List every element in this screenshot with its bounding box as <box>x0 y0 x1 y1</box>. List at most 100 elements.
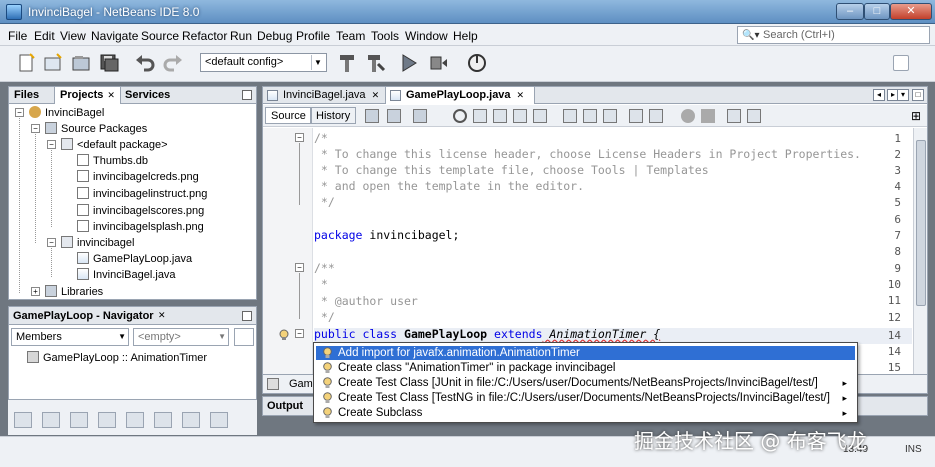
toggle-rect-selection-icon[interactable] <box>533 109 547 123</box>
tree-item-file[interactable]: invincibagelinstruct.png <box>77 187 207 203</box>
code-line[interactable]: * and open the template in the editor. <box>314 179 584 193</box>
minimize-button[interactable]: – <box>836 3 864 20</box>
navigator-item[interactable]: GamePlayLoop :: AnimationTimer <box>27 351 207 367</box>
minimize-panel-icon[interactable] <box>242 311 252 321</box>
menu-edit[interactable]: Edit <box>34 29 55 43</box>
code-line[interactable]: */ <box>314 195 335 209</box>
code-line[interactable]: package invincibagel; <box>314 228 459 242</box>
history-mode-button[interactable]: History <box>310 107 357 124</box>
menu-window[interactable]: Window <box>405 29 448 43</box>
scrollbar-thumb[interactable] <box>916 140 926 306</box>
debug-project-icon[interactable] <box>428 52 450 74</box>
new-file-icon[interactable] <box>16 52 38 74</box>
tree-item-file[interactable]: invincibagelscores.png <box>77 204 204 220</box>
tree-item-java-file[interactable]: InvinciBagel.java <box>77 268 176 284</box>
toggle-highlight-icon[interactable] <box>513 109 527 123</box>
shift-left-icon[interactable] <box>629 109 643 123</box>
hint-bulb-icon[interactable] <box>278 329 290 341</box>
code-line[interactable]: * To change this template file, choose T… <box>314 163 709 177</box>
expand-toggle[interactable]: + <box>31 287 40 296</box>
tree-item-project[interactable]: InvinciBagel <box>29 106 104 122</box>
config-dropdown[interactable]: <default config> ▼ <box>200 53 327 72</box>
filter-javadoc-icon[interactable] <box>210 412 228 428</box>
minimize-panel-icon[interactable] <box>242 90 252 100</box>
run-project-icon[interactable] <box>398 52 420 74</box>
comment-icon[interactable] <box>727 109 741 123</box>
tree-item-java-file[interactable]: GamePlayLoop.java <box>77 252 192 268</box>
code-line[interactable]: * To change this license header, choose … <box>314 147 861 161</box>
maximize-button[interactable]: □ <box>864 3 890 20</box>
menu-file[interactable]: File <box>8 29 27 43</box>
close-window-button[interactable]: ✕ <box>890 3 932 20</box>
tree-item-file[interactable]: invincibagelsplash.png <box>77 220 204 236</box>
toggle-bookmark-icon[interactable] <box>603 109 617 123</box>
code-line[interactable]: * @author user <box>314 294 418 308</box>
redo-icon[interactable] <box>162 52 184 74</box>
fold-toggle[interactable]: − <box>295 133 304 142</box>
tab-services[interactable]: Services <box>120 87 175 104</box>
maximize-editor-icon[interactable]: □ <box>912 89 924 101</box>
tree-item-default-package[interactable]: <default package> <box>61 138 168 154</box>
menu-tools[interactable]: Tools <box>371 29 399 43</box>
filter-inherited-icon[interactable] <box>98 412 116 428</box>
uncomment-icon[interactable] <box>747 109 761 123</box>
code-line[interactable]: public class GamePlayLoop extends Animat… <box>314 327 660 341</box>
menu-source[interactable]: Source <box>141 29 179 43</box>
tab-output[interactable]: Output <box>267 400 303 412</box>
forward-icon[interactable] <box>413 109 427 123</box>
filter-fields-icon[interactable] <box>14 412 32 428</box>
code-line[interactable]: * <box>314 277 328 291</box>
tab-gameplayloop-java[interactable]: GamePlayLoop.java ✕ <box>385 87 535 104</box>
find-next-icon[interactable] <box>493 109 507 123</box>
previous-bookmark-icon[interactable] <box>563 109 577 123</box>
tree-item-file[interactable]: Thumbs.db <box>77 154 148 170</box>
menu-debug[interactable]: Debug <box>257 29 292 43</box>
navigator-options-button[interactable] <box>234 328 254 346</box>
filter-nonpublic-icon[interactable] <box>70 412 88 428</box>
start-macro-icon[interactable] <box>681 109 695 123</box>
menu-help[interactable]: Help <box>453 29 478 43</box>
close-icon[interactable]: ✕ <box>107 90 115 100</box>
hint-option[interactable]: Add import for javafx.animation.Animatio… <box>316 346 855 360</box>
tree-item-package[interactable]: invincibagel <box>61 236 134 252</box>
vertical-scrollbar[interactable] <box>913 128 927 378</box>
fold-toggle[interactable]: − <box>295 263 304 272</box>
code-line[interactable]: /** <box>314 261 335 275</box>
sort-position-icon[interactable] <box>182 412 200 428</box>
undo-icon[interactable] <box>134 52 156 74</box>
filter-dropdown[interactable]: <empty> ▼ <box>133 328 229 346</box>
hint-option[interactable]: Create Subclass ▸ <box>316 406 855 420</box>
profile-project-icon[interactable] <box>466 52 488 74</box>
code-line[interactable]: */ <box>314 310 335 324</box>
back-icon[interactable] <box>387 109 401 123</box>
collapse-toggle[interactable]: − <box>47 238 56 247</box>
find-previous-icon[interactable] <box>473 109 487 123</box>
filter-static-icon[interactable] <box>42 412 60 428</box>
menu-refactor[interactable]: Refactor <box>182 29 227 43</box>
scroll-tabs-left-icon[interactable]: ◂ <box>873 89 885 101</box>
close-icon[interactable]: ✕ <box>517 90 525 100</box>
build-hammer-icon[interactable] <box>336 52 358 74</box>
close-icon[interactable]: ✕ <box>158 310 166 321</box>
tree-item-source-packages[interactable]: Source Packages <box>45 122 147 138</box>
hint-option[interactable]: Create Test Class [TestNG in file:/C:/Us… <box>316 391 855 405</box>
close-icon[interactable]: ✕ <box>372 90 380 100</box>
last-edit-icon[interactable] <box>365 109 379 123</box>
tab-files[interactable]: Files <box>9 87 44 104</box>
open-project-icon[interactable] <box>70 52 92 74</box>
new-project-icon[interactable] <box>42 52 64 74</box>
find-icon[interactable] <box>453 109 467 123</box>
split-editor-icon[interactable]: ⊞ <box>911 109 925 123</box>
stop-macro-icon[interactable] <box>701 109 715 123</box>
menu-profile[interactable]: Profile <box>296 29 330 43</box>
tree-item-libraries[interactable]: Libraries <box>45 285 103 301</box>
menu-team[interactable]: Team <box>336 29 365 43</box>
fold-toggle[interactable]: − <box>295 329 304 338</box>
members-dropdown[interactable]: Members ▼ <box>11 328 129 346</box>
code-line[interactable]: /* <box>314 131 328 145</box>
filter-inner-icon[interactable] <box>126 412 144 428</box>
menu-navigate[interactable]: Navigate <box>91 29 138 43</box>
collapse-toggle[interactable]: − <box>47 140 56 149</box>
toolbar-options-icon[interactable] <box>893 55 909 71</box>
show-opened-documents-icon[interactable]: ▾ <box>897 89 909 101</box>
